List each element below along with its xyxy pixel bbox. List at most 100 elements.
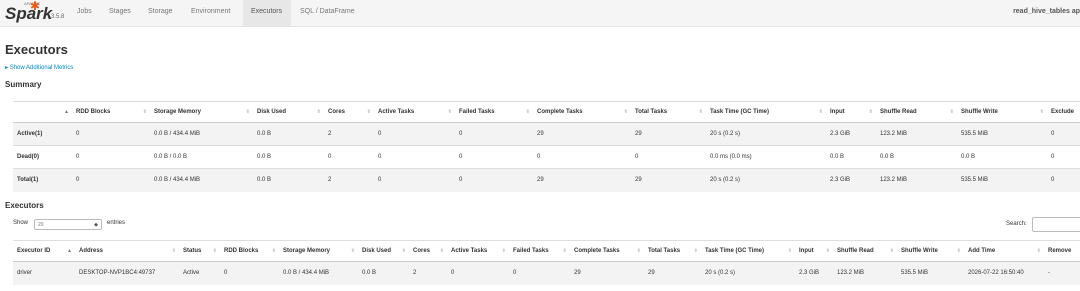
executors-col-failed-tasks[interactable]: Failed Tasks ⬍ <box>509 240 570 262</box>
executors-col-total-tasks[interactable]: Total Tasks ⬍ <box>644 240 701 262</box>
table-cell: 0.0 B <box>957 145 1047 169</box>
table-cell: 535.5 MiB <box>957 122 1047 146</box>
table-cell: 0.0 B / 434.4 MiB <box>150 168 253 192</box>
table-cell: 0.0 B <box>253 168 324 192</box>
application-name: read_hive_tables ap <box>1013 8 1080 15</box>
sort-icon: ⬍ <box>501 248 506 254</box>
table-cell: 2 <box>324 122 374 146</box>
summary-col-shuffle-write[interactable]: Shuffle Write ⬍ <box>957 101 1047 123</box>
summary-col-active-tasks[interactable]: Active Tasks ⬍ <box>374 101 455 123</box>
summary-col-shuffle-read[interactable]: Shuffle Read ⬍ <box>876 101 957 123</box>
sort-icon: ⬍ <box>439 248 444 254</box>
sort-icon: ⬍ <box>949 109 954 115</box>
summary-table: ▲ RDD Blocks ⬍ Storage Memory ⬍ Disk Used ⬍… <box>13 101 1080 192</box>
executors-col-task-time[interactable]: Task Time (GC Time) ⬍ <box>701 240 795 262</box>
search-input[interactable] <box>1032 217 1080 232</box>
table-cell: 0.0 B / 434.4 MiB <box>150 122 253 146</box>
table-cell: 2.3 GiB <box>795 261 833 285</box>
executors-col-rdd-blocks[interactable]: RDD Blocks ⬍ <box>220 240 279 262</box>
executors-col-input[interactable]: Input ⬍ <box>795 240 833 262</box>
table-cell: 0.0 B / 434.4 MiB <box>279 261 358 285</box>
executors-table: Executor ID ▲ Address ⬍ Status ⬍ RDD Blocks… <box>13 240 1080 285</box>
executors-col-active-tasks[interactable]: Active Tasks ⬍ <box>447 240 509 262</box>
tab-jobs[interactable]: Jobs <box>74 0 107 26</box>
executors-col-disk-used[interactable]: Disk Used ⬍ <box>358 240 409 262</box>
row-label: Total(1) <box>13 168 72 192</box>
executors-col-status[interactable]: Status ⬍ <box>179 240 220 262</box>
executors-col-complete-tasks[interactable]: Complete Tasks ⬍ <box>570 240 644 262</box>
summary-col-task-time[interactable]: Task Time (GC Time) ⬍ <box>706 101 826 123</box>
summary-col-storage-memory[interactable]: Storage Memory ⬍ <box>150 101 253 123</box>
executors-col-shuffle-read[interactable]: Shuffle Read ⬍ <box>833 240 897 262</box>
sort-icon: ⬍ <box>818 109 823 115</box>
table-cell: 0 <box>72 122 150 146</box>
spark-star-icon: ✱ <box>30 0 41 13</box>
table-row: Dead(0) 0 0.0 B / 0.0 B 0.0 B 0 0 0 0 0 … <box>13 145 1080 169</box>
sort-icon: ⬍ <box>212 248 217 254</box>
sort-icon: ⬍ <box>525 109 530 115</box>
spark-logo[interactable]: APACHE Spark ✱ 3.5.8 <box>4 0 72 25</box>
page-title: Executors <box>5 42 68 57</box>
logo-text: Spark <box>5 4 53 23</box>
sort-icon: ⬍ <box>956 248 961 254</box>
table-cell: 0 <box>455 145 533 169</box>
table-cell: 0 <box>447 261 509 285</box>
table-cell: 0 <box>509 261 570 285</box>
summary-col-rdd-blocks[interactable]: RDD Blocks ⬍ <box>72 101 150 123</box>
summary-col-disk-used[interactable]: Disk Used ⬍ <box>253 101 324 123</box>
tab-storage[interactable]: Storage <box>144 0 182 26</box>
sort-icon: ⬍ <box>623 109 628 115</box>
sort-icon: ⬍ <box>401 248 406 254</box>
table-cell: 0 <box>374 145 455 169</box>
page-size-select[interactable]: 20 ◆ <box>34 219 102 230</box>
tab-stages[interactable]: Stages <box>105 0 141 26</box>
tab-executors[interactable]: Executors <box>243 0 291 26</box>
sort-icon: ⬍ <box>868 109 873 115</box>
executors-col-address[interactable]: Address ⬍ <box>75 240 179 262</box>
executors-col-storage-memory[interactable]: Storage Memory ⬍ <box>279 240 358 262</box>
summary-title: Summary <box>5 80 42 89</box>
sort-icon: ⬍ <box>1039 109 1044 115</box>
sort-icon: ⬍ <box>245 109 250 115</box>
table-cell: 0 <box>455 168 533 192</box>
executors-col-shuffle-write[interactable]: Shuffle Write ⬍ <box>897 240 964 262</box>
page-size-value: 20 <box>38 222 44 228</box>
table-cell: 0.0 B <box>253 122 324 146</box>
table-cell: 2.3 GiB <box>826 122 876 146</box>
executors-col-cores[interactable]: Cores ⬍ <box>409 240 447 262</box>
tab-environment[interactable]: Environment <box>187 0 241 26</box>
table-cell: 0.0 B / 0.0 B <box>150 145 253 169</box>
table-cell: 2026-07-22 16:50:40 <box>964 261 1044 285</box>
table-cell: 29 <box>631 122 706 146</box>
executors-col-add-time[interactable]: Add Time ⬍ <box>964 240 1044 262</box>
summary-col-total-tasks[interactable]: Total Tasks ⬍ <box>631 101 706 123</box>
table-cell: DESKTOP-NVP1BC4:49737 <box>75 261 179 285</box>
sort-icon: ⬍ <box>142 109 147 115</box>
sort-icon: ⬍ <box>825 248 830 254</box>
tab-sql-dataframe[interactable]: SQL / DataFrame <box>296 0 370 26</box>
executors-col-executor-id[interactable]: Executor ID ▲ <box>13 240 75 262</box>
summary-col-failed-tasks[interactable]: Failed Tasks ⬍ <box>455 101 533 123</box>
sort-icon: ⬍ <box>693 248 698 254</box>
sort-icon: ⬍ <box>271 248 276 254</box>
summary-col-label[interactable]: ▲ <box>13 101 72 123</box>
table-cell: 0 <box>72 145 150 169</box>
summary-col-input[interactable]: Input ⬍ <box>826 101 876 123</box>
executors-title: Executors <box>5 201 44 210</box>
table-cell: 29 <box>570 261 644 285</box>
sort-asc-icon: ▲ <box>67 248 72 254</box>
show-additional-metrics-link[interactable]: ▸ Show Additional Metrics <box>5 64 73 71</box>
executors-col-remove-time[interactable]: Remove <box>1044 240 1080 262</box>
show-label: Show <box>13 220 29 226</box>
entries-label: entries <box>107 220 126 226</box>
row-label: Dead(0) <box>13 145 72 169</box>
table-cell: 2 <box>409 261 447 285</box>
summary-col-exclude[interactable]: Exclude <box>1047 101 1080 123</box>
table-cell: 123.2 MiB <box>876 122 957 146</box>
summary-col-cores[interactable]: Cores ⬍ <box>324 101 374 123</box>
table-cell: 29 <box>533 122 631 146</box>
table-cell: 20 s (0.2 s) <box>706 168 826 192</box>
table-cell: 29 <box>631 168 706 192</box>
row-label: Active(1) <box>13 122 72 146</box>
summary-col-complete-tasks[interactable]: Complete Tasks ⬍ <box>533 101 631 123</box>
